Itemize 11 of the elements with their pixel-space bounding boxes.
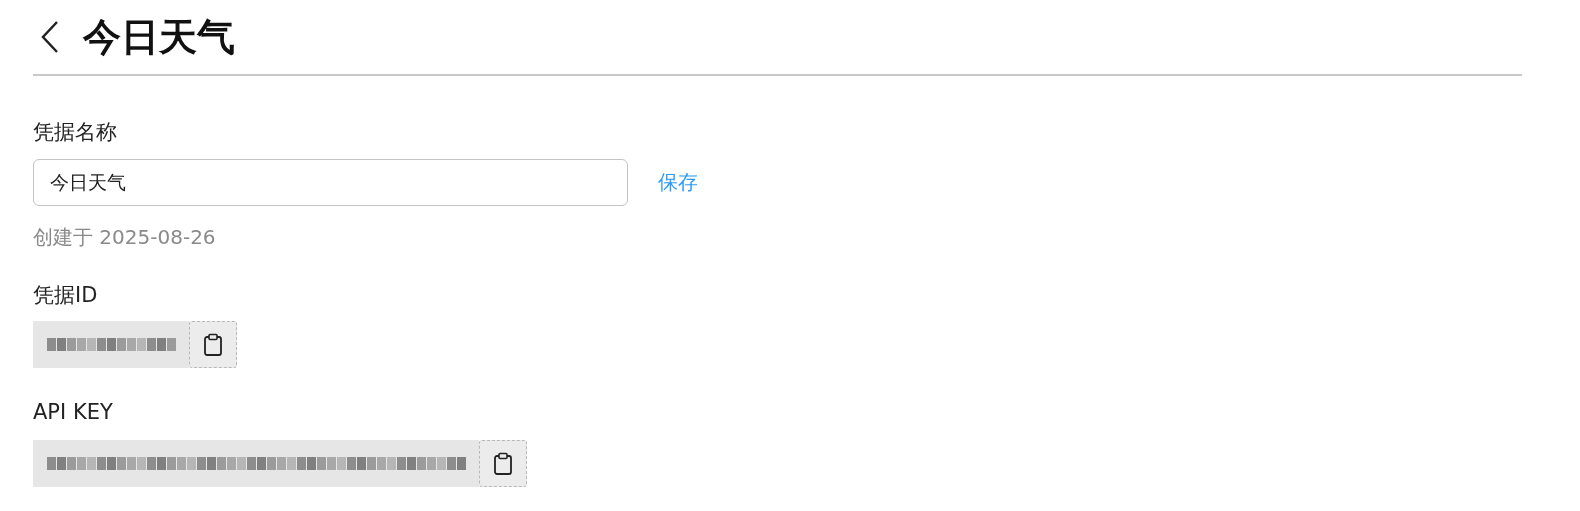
back-icon[interactable]	[39, 20, 61, 54]
input-field[interactable]: 今日天气	[33, 159, 628, 206]
field-label: 凭据ID	[33, 282, 99, 309]
clipboard-icon	[493, 451, 513, 476]
page-title: 今日天气	[83, 13, 235, 61]
created-date: 创建于 2025-08-26	[33, 224, 217, 251]
clipboard-icon	[203, 332, 223, 357]
field-label: API KEY	[33, 400, 114, 426]
copy-button[interactable]	[189, 321, 237, 368]
copy-button[interactable]	[479, 440, 527, 487]
field-label: 凭据名称	[33, 119, 118, 146]
